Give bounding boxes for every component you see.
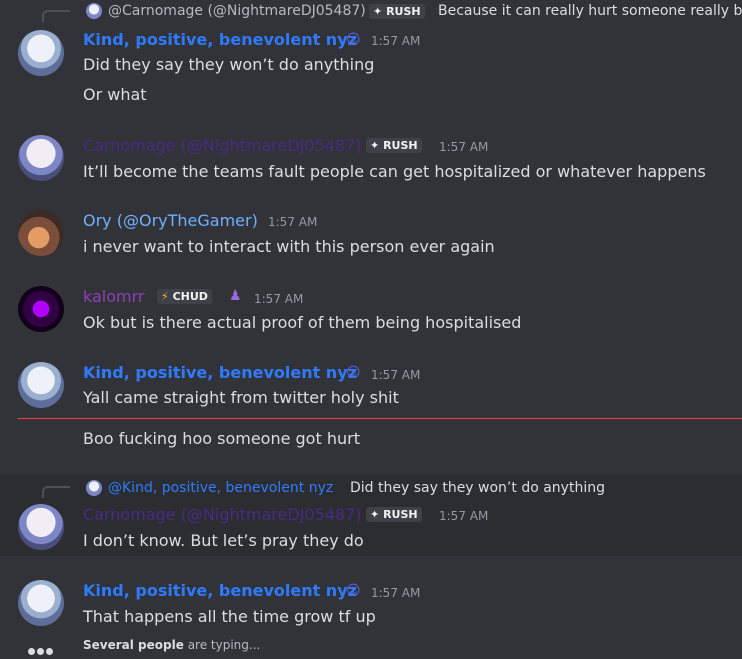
author-name[interactable]: Kind, positive, benevolent nyz <box>83 30 357 49</box>
reply-author[interactable]: @Carnomage (@NightmareDJ05487) <box>108 3 366 19</box>
reply-author[interactable]: @Kind, positive, benevolent nyz <box>108 480 333 496</box>
lightning-icon: ⚡ <box>161 290 169 303</box>
timestamp[interactable]: 1:57 AM <box>371 368 420 382</box>
message-line: i never want to interact with this perso… <box>83 237 495 256</box>
timestamp[interactable]: 1:57 AM <box>371 586 420 600</box>
reply-preview[interactable]: Did they say they won’t do anything <box>350 480 605 496</box>
timestamp[interactable]: 1:57 AM <box>254 292 303 306</box>
role-tag: ⚡ CHUD <box>157 289 212 304</box>
timestamp[interactable]: 1:57 AM <box>439 140 488 154</box>
role-tag: ✦ RUSH <box>366 138 422 153</box>
message-group: Kind, positive, benevolent nyz ☺ 1:57 AM… <box>0 350 742 465</box>
avatar[interactable] <box>18 504 64 550</box>
reply-preview[interactable]: Because it can really hurt someone reall… <box>438 3 742 19</box>
message-group: kalomrr ⚡ CHUD ♟ 1:57 AM Ok but is there… <box>0 276 742 346</box>
message-group: Ory (@OryTheGamer) 1:57 AM i never want … <box>0 200 742 270</box>
timestamp[interactable]: 1:57 AM <box>439 509 488 523</box>
message-line: It’ll become the teams fault people can … <box>83 162 706 181</box>
tag-label: RUSH <box>386 5 421 18</box>
tag-label: RUSH <box>383 139 418 152</box>
emoji-icon: ☺ <box>346 583 361 599</box>
typing-dots-icon <box>28 640 58 655</box>
author-name[interactable]: Carnomage (@NightmareDJ05487) <box>83 136 362 155</box>
avatar[interactable] <box>18 30 64 76</box>
author-name[interactable]: Carnomage (@NightmareDJ05487) <box>83 505 362 524</box>
message-line: Did they say they won’t do anything <box>83 55 375 74</box>
sparkle-icon: ✦ <box>370 508 380 521</box>
role-tag: ✦ RUSH <box>369 4 425 19</box>
message-group: Kind, positive, benevolent nyz ☺ 1:57 AM… <box>0 570 742 640</box>
tag-label: RUSH <box>383 508 418 521</box>
message-group-highlighted: @Kind, positive, benevolent nyz Did they… <box>0 474 742 556</box>
message-line: I don’t know. But let’s pray they do <box>83 531 364 550</box>
avatar[interactable] <box>18 286 64 332</box>
message-line: Yall came straight from twitter holy shi… <box>83 388 399 407</box>
tag-label: CHUD <box>172 290 208 303</box>
message-line: That happens all the time grow tf up <box>83 607 376 626</box>
message-line: Ok but is there actual proof of them bei… <box>83 313 522 332</box>
message-line: Boo fucking hoo someone got hurt <box>83 429 360 448</box>
reply-connector <box>42 10 70 22</box>
author-name[interactable]: Ory (@OryTheGamer) <box>83 211 258 230</box>
timestamp[interactable]: 1:57 AM <box>268 215 317 229</box>
reply-avatar[interactable] <box>86 3 102 19</box>
message-group: Carnomage (@NightmareDJ05487) ✦ RUSH 1:5… <box>0 125 742 195</box>
message-group: @Carnomage (@NightmareDJ05487) ✦ RUSH Be… <box>0 0 742 120</box>
author-name[interactable]: kalomrr <box>83 287 144 306</box>
badge-icon: ♟ <box>229 288 242 304</box>
sparkle-icon: ✦ <box>370 139 380 152</box>
avatar[interactable] <box>18 580 64 626</box>
avatar[interactable] <box>18 210 64 256</box>
author-name[interactable]: Kind, positive, benevolent nyz <box>83 581 357 600</box>
author-name[interactable]: Kind, positive, benevolent nyz <box>83 363 357 382</box>
avatar[interactable] <box>18 135 64 181</box>
message-line: Or what <box>83 85 147 104</box>
role-tag: ✦ RUSH <box>366 507 422 522</box>
avatar[interactable] <box>18 362 64 408</box>
timestamp[interactable]: 1:57 AM <box>371 34 420 48</box>
emoji-icon: ☺ <box>346 365 361 381</box>
new-messages-divider <box>18 418 742 419</box>
emoji-icon: ☺ <box>346 32 361 48</box>
sparkle-icon: ✦ <box>373 5 383 18</box>
reply-avatar[interactable] <box>86 480 102 496</box>
reply-connector <box>42 486 70 498</box>
